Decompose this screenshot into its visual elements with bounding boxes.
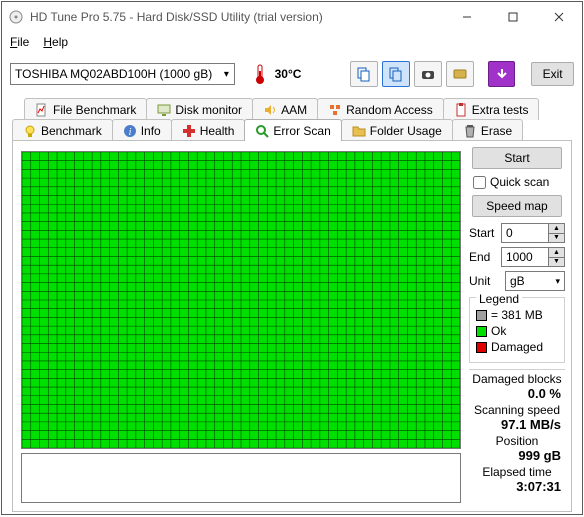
start-spinner[interactable]: ▲▼ <box>548 224 564 242</box>
elapsed-time-label: Elapsed time <box>469 465 565 479</box>
options-button[interactable] <box>446 61 474 87</box>
application-window: HD Tune Pro 5.75 - Hard Disk/SSD Utility… <box>1 1 583 515</box>
tab-aam[interactable]: AAM <box>252 98 318 120</box>
stats-fieldset: Damaged blocks 0.0 % Scanning speed 97.1… <box>469 369 565 494</box>
position-label: Position <box>469 434 565 448</box>
monitor-icon <box>157 103 171 117</box>
legend-block-icon <box>476 310 487 321</box>
speed-map-button[interactable]: Speed map <box>472 195 562 217</box>
menubar: File Help <box>2 32 582 52</box>
tab-folder-usage[interactable]: Folder Usage <box>341 119 453 141</box>
start-input-wrap: ▲▼ <box>501 223 565 243</box>
legend-fieldset: Legend = 381 MB Ok Damaged <box>469 297 565 363</box>
damaged-blocks-value: 0.0 % <box>469 386 565 401</box>
start-field-label: Start <box>469 226 497 240</box>
tab-file-benchmark[interactable]: File Benchmark <box>24 98 147 120</box>
tab-info[interactable]: iInfo <box>112 119 172 141</box>
svg-text:i: i <box>128 127 131 138</box>
exit-button[interactable]: Exit <box>531 62 574 86</box>
scanning-speed-label: Scanning speed <box>469 403 565 417</box>
titlebar: HD Tune Pro 5.75 - Hard Disk/SSD Utility… <box>2 2 582 32</box>
magnifier-icon <box>255 124 269 138</box>
end-field-label: End <box>469 250 497 264</box>
tab-health[interactable]: Health <box>171 119 246 141</box>
temperature-value: 30°C <box>275 67 302 81</box>
random-icon <box>328 103 342 117</box>
log-output <box>21 453 461 503</box>
close-button[interactable] <box>536 2 582 32</box>
info-icon: i <box>123 124 137 138</box>
tab-panel-error-scan: Start Quick scan Speed map Start ▲▼ End <box>12 140 572 512</box>
speaker-icon <box>263 103 277 117</box>
menu-help[interactable]: Help <box>43 35 68 49</box>
tab-erase[interactable]: Erase <box>452 119 523 141</box>
unit-select[interactable]: gB▾ <box>505 271 565 291</box>
toolbar: TOSHIBA MQ02ABD100H (1000 gB) ▾ 30°C Exi… <box>2 56 582 92</box>
tab-extra-tests[interactable]: Extra tests <box>443 98 540 120</box>
elapsed-time-value: 3:07:31 <box>469 479 565 494</box>
chevron-down-icon: ▾ <box>218 69 234 80</box>
tab-disk-monitor[interactable]: Disk monitor <box>146 98 253 120</box>
end-input[interactable] <box>502 248 548 266</box>
folder-icon <box>352 124 366 138</box>
save-screenshot-button[interactable] <box>414 61 442 87</box>
health-icon <box>182 124 196 138</box>
save-button[interactable] <box>488 61 515 87</box>
position-value: 999 gB <box>469 448 565 463</box>
menu-file[interactable]: File <box>10 35 29 49</box>
scan-grid <box>21 151 461 449</box>
window-title: HD Tune Pro 5.75 - Hard Disk/SSD Utility… <box>30 10 444 24</box>
minimize-button[interactable] <box>444 2 490 32</box>
end-input-wrap: ▲▼ <box>501 247 565 267</box>
tab-error-scan[interactable]: Error Scan <box>244 119 341 141</box>
start-input[interactable] <box>502 224 548 242</box>
side-panel: Start Quick scan Speed map Start ▲▼ End <box>469 147 565 505</box>
thermometer-icon <box>251 61 268 87</box>
copy-info-button[interactable] <box>350 61 378 87</box>
maximize-button[interactable] <box>490 2 536 32</box>
app-icon <box>8 9 24 25</box>
scanning-speed-value: 97.1 MB/s <box>469 417 565 432</box>
tab-random-access[interactable]: Random Access <box>317 98 444 120</box>
quick-scan-checkbox[interactable] <box>473 176 486 189</box>
copy-screenshot-button[interactable] <box>382 61 410 87</box>
damaged-blocks-label: Damaged blocks <box>469 372 565 386</box>
start-button[interactable]: Start <box>472 147 562 169</box>
tab-row-1: File Benchmark Disk monitor AAM Random A… <box>24 98 572 120</box>
unit-field-label: Unit <box>469 274 497 288</box>
legend-damaged-icon <box>476 342 487 353</box>
end-spinner[interactable]: ▲▼ <box>548 248 564 266</box>
chevron-down-icon: ▾ <box>555 276 560 287</box>
bulb-icon <box>23 124 37 138</box>
tab-row-2: Benchmark iInfo Health Error Scan Folder… <box>12 119 572 141</box>
drive-selector[interactable]: TOSHIBA MQ02ABD100H (1000 gB) ▾ <box>10 63 235 85</box>
quick-scan-label: Quick scan <box>490 175 549 189</box>
tab-benchmark[interactable]: Benchmark <box>12 119 113 141</box>
tab-container: File Benchmark Disk monitor AAM Random A… <box>12 98 572 512</box>
clipboard-icon <box>454 103 468 117</box>
legend-ok-icon <box>476 326 487 337</box>
file-benchmark-icon <box>35 103 49 117</box>
trash-icon <box>463 124 477 138</box>
